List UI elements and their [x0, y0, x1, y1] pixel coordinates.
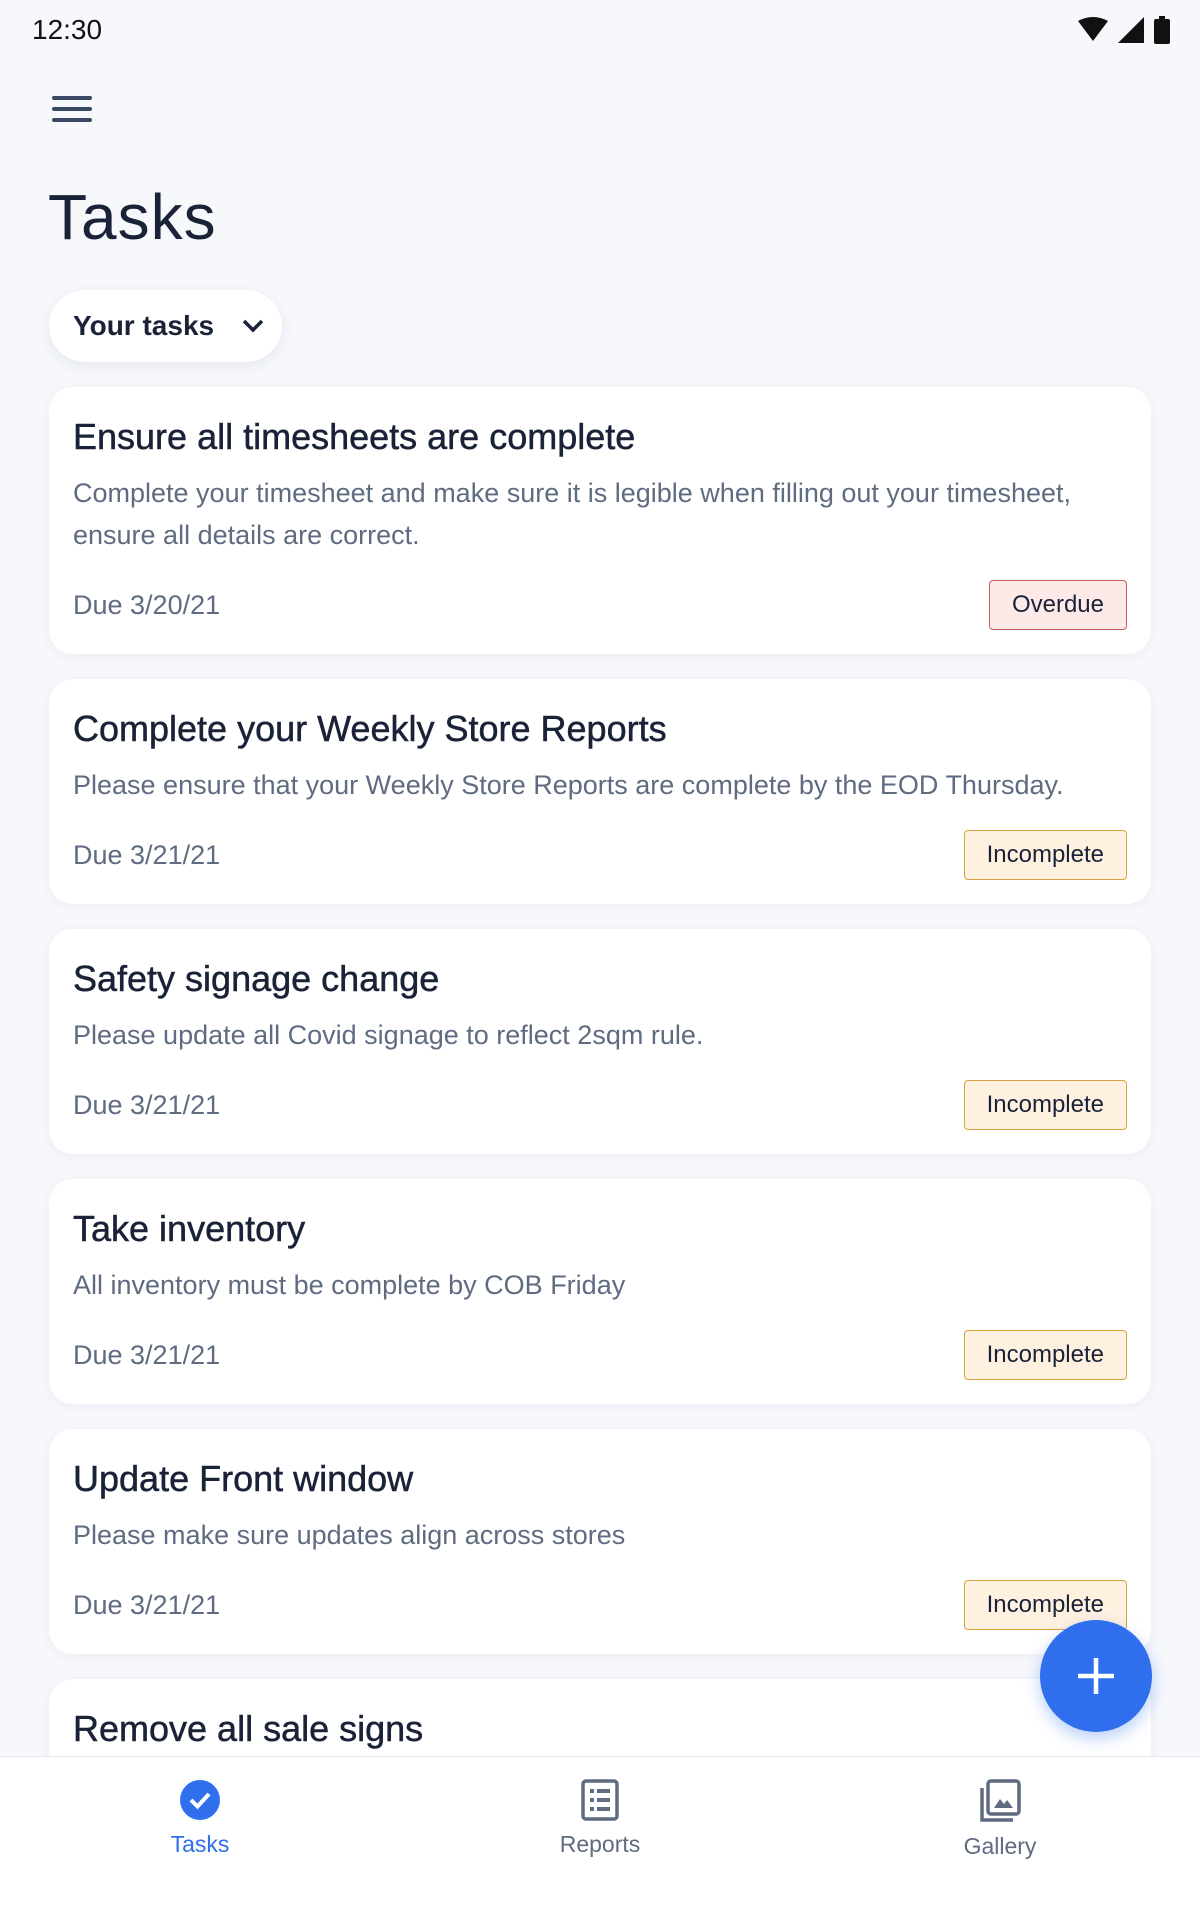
task-description: Complete your timesheet and make sure it… — [73, 478, 1071, 550]
gallery-icon — [980, 1779, 1021, 1822]
nav-label: Gallery — [963, 1833, 1037, 1859]
nav-label: Tasks — [170, 1831, 230, 1857]
nav-tasks[interactable]: Tasks — [0, 1757, 400, 1920]
status-time: 12:30 — [32, 14, 103, 45]
plus-icon — [1078, 1658, 1114, 1694]
check-circle-icon — [180, 1780, 220, 1820]
nav-reports[interactable]: Reports — [400, 1757, 800, 1920]
status-badge: Incomplete — [963, 830, 1127, 880]
task-due-date: Due 3/21/21 — [73, 1089, 221, 1120]
task-description: Please make sure updates align across st… — [73, 1520, 626, 1550]
task-due-date: Due 3/20/21 — [73, 589, 221, 620]
hamburger-menu-icon[interactable] — [50, 92, 94, 126]
signal-icon — [1118, 17, 1144, 43]
task-card[interactable]: Update Front window Please make sure upd… — [49, 1429, 1151, 1654]
bottom-navigation: Tasks Reports Gallery — [0, 1756, 1200, 1920]
task-description: All inventory must be complete by COB Fr… — [73, 1270, 626, 1300]
status-bar: 12:30 — [0, 0, 1200, 64]
task-due-date: Due 3/21/21 — [73, 1339, 221, 1370]
nav-label: Reports — [559, 1831, 641, 1857]
task-card[interactable]: Take inventory All inventory must be com… — [49, 1179, 1151, 1404]
filter-selected-label: Your tasks — [73, 310, 215, 341]
task-filter-dropdown[interactable]: Your tasks — [49, 290, 282, 362]
nav-gallery[interactable]: Gallery — [800, 1757, 1200, 1920]
add-task-button[interactable] — [1040, 1620, 1152, 1732]
wifi-icon — [1078, 17, 1108, 41]
status-badge: Overdue — [988, 580, 1127, 630]
task-description: Please update all Covid signage to refle… — [73, 1020, 704, 1050]
task-title: Safety signage change — [73, 958, 440, 1000]
task-card[interactable]: Ensure all timesheets are complete Compl… — [49, 387, 1151, 654]
task-title: Update Front window — [73, 1458, 414, 1500]
page-title: Tasks — [48, 181, 217, 253]
task-title: Remove all sale signs — [73, 1708, 424, 1750]
task-card[interactable]: Safety signage change Please update all … — [49, 929, 1151, 1154]
status-badge: Incomplete — [963, 1080, 1127, 1130]
list-document-icon — [581, 1779, 619, 1821]
task-description: Please ensure that your Weekly Store Rep… — [73, 770, 1064, 800]
task-due-date: Due 3/21/21 — [73, 839, 221, 870]
chevron-down-icon — [242, 319, 264, 333]
task-card[interactable]: Complete your Weekly Store Reports Pleas… — [49, 679, 1151, 904]
task-due-date: Due 3/21/21 — [73, 1589, 221, 1620]
task-title: Take inventory — [73, 1208, 306, 1250]
task-list: Ensure all timesheets are complete Compl… — [49, 387, 1151, 1904]
task-title: Complete your Weekly Store Reports — [73, 708, 667, 750]
battery-icon — [1154, 16, 1170, 44]
task-title: Ensure all timesheets are complete — [73, 416, 636, 458]
status-badge: Incomplete — [963, 1330, 1127, 1380]
